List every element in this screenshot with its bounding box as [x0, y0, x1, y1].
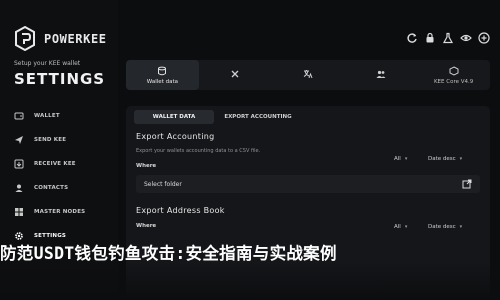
- chevron-down-icon: ▾: [404, 156, 408, 162]
- brand[interactable]: POWERKEE: [14, 26, 107, 51]
- filter-select[interactable]: All ▾: [394, 156, 407, 162]
- bottom-fade: [0, 262, 500, 300]
- tab-tools[interactable]: [199, 60, 272, 90]
- sidebar-item-wallet[interactable]: WALLET: [14, 104, 114, 128]
- export-address-book-title: Export Address Book: [136, 206, 225, 215]
- settings-tabbar: Wallet data KEE Core V4.9: [126, 60, 490, 90]
- page-title: SETTINGS: [14, 70, 106, 88]
- sidebar-item-send-kee[interactable]: SEND KEE: [14, 128, 114, 152]
- tab-kee-core[interactable]: KEE Core V4.9: [417, 60, 490, 90]
- subtabs: WALLET DATA EXPORT ACCOUNTING: [134, 110, 298, 124]
- select-folder-placeholder: Select folder: [144, 180, 182, 188]
- sort-select-value: Date desc: [428, 156, 456, 162]
- toolbar: [406, 32, 490, 44]
- lock-icon[interactable]: [424, 32, 436, 44]
- database-icon: [158, 66, 167, 75]
- sidebar-nav: WALLET SEND KEE RECEIVE KEE CONTACTS MAS…: [14, 104, 114, 248]
- sidebar-item-label: RECEIVE KEE: [34, 161, 76, 167]
- subtab-export-accounting[interactable]: EXPORT ACCOUNTING: [218, 110, 298, 124]
- tab-wallet-data[interactable]: Wallet data: [126, 60, 199, 90]
- wallet-icon: [14, 112, 24, 120]
- tab-label: Wallet data: [146, 78, 178, 85]
- core-icon: [449, 65, 459, 76]
- address-sort-value: Date desc: [428, 224, 456, 230]
- flask-icon[interactable]: [442, 32, 454, 44]
- powerkee-logo-icon: [15, 26, 35, 51]
- contacts-icon: [15, 184, 23, 192]
- sidebar-item-label: WALLET: [34, 113, 60, 119]
- plus-icon[interactable]: [478, 32, 490, 44]
- open-external-icon[interactable]: [462, 179, 472, 189]
- refresh-icon[interactable]: [406, 32, 418, 44]
- sidebar-item-label: CONTACTS: [34, 185, 69, 191]
- sidebar-item-contacts[interactable]: CONTACTS: [14, 176, 114, 200]
- headline-overlay: 防范USDT钱包钓鱼攻击:安全指南与实战案例: [0, 244, 337, 262]
- select-folder-field[interactable]: Select folder: [136, 175, 480, 193]
- tools-icon: [231, 70, 239, 77]
- translate-icon: [303, 69, 313, 78]
- send-icon: [15, 136, 23, 144]
- tab-users[interactable]: [344, 60, 417, 90]
- chevron-down-icon: ▾: [404, 224, 408, 230]
- sidebar-item-label: SETTINGS: [34, 233, 67, 239]
- tab-label: KEE Core V4.9: [433, 78, 474, 85]
- address-filter-select[interactable]: All ▾: [394, 224, 407, 230]
- setup-text: Setup your KEE wallet: [14, 60, 81, 67]
- export-accounting-description: Export your wallets accounting data to a…: [136, 148, 261, 154]
- where-label: Where: [136, 163, 157, 169]
- chevron-down-icon: ▾: [459, 224, 463, 230]
- where-label: Where: [136, 223, 157, 229]
- nodes-icon: [15, 208, 23, 216]
- brand-name: POWERKEE: [44, 31, 107, 46]
- export-accounting-title: Export Accounting: [136, 132, 215, 141]
- sidebar-item-label: SEND KEE: [34, 137, 67, 143]
- sidebar-item-receive-kee[interactable]: RECEIVE KEE: [14, 152, 114, 176]
- address-sort-select[interactable]: Date desc ▾: [428, 224, 462, 230]
- tab-language[interactable]: [272, 60, 345, 90]
- subtab-wallet-data[interactable]: WALLET DATA: [134, 110, 214, 124]
- eye-icon[interactable]: [460, 32, 472, 44]
- receive-icon: [14, 159, 24, 169]
- filter-select-value: All: [394, 156, 401, 162]
- sort-select[interactable]: Date desc ▾: [428, 156, 462, 162]
- sidebar-item-master-nodes[interactable]: MASTER NODES: [14, 200, 114, 224]
- users-icon: [376, 70, 386, 78]
- chevron-down-icon: ▾: [459, 156, 463, 162]
- sidebar-item-label: MASTER NODES: [34, 209, 86, 215]
- address-filter-value: All: [394, 224, 401, 230]
